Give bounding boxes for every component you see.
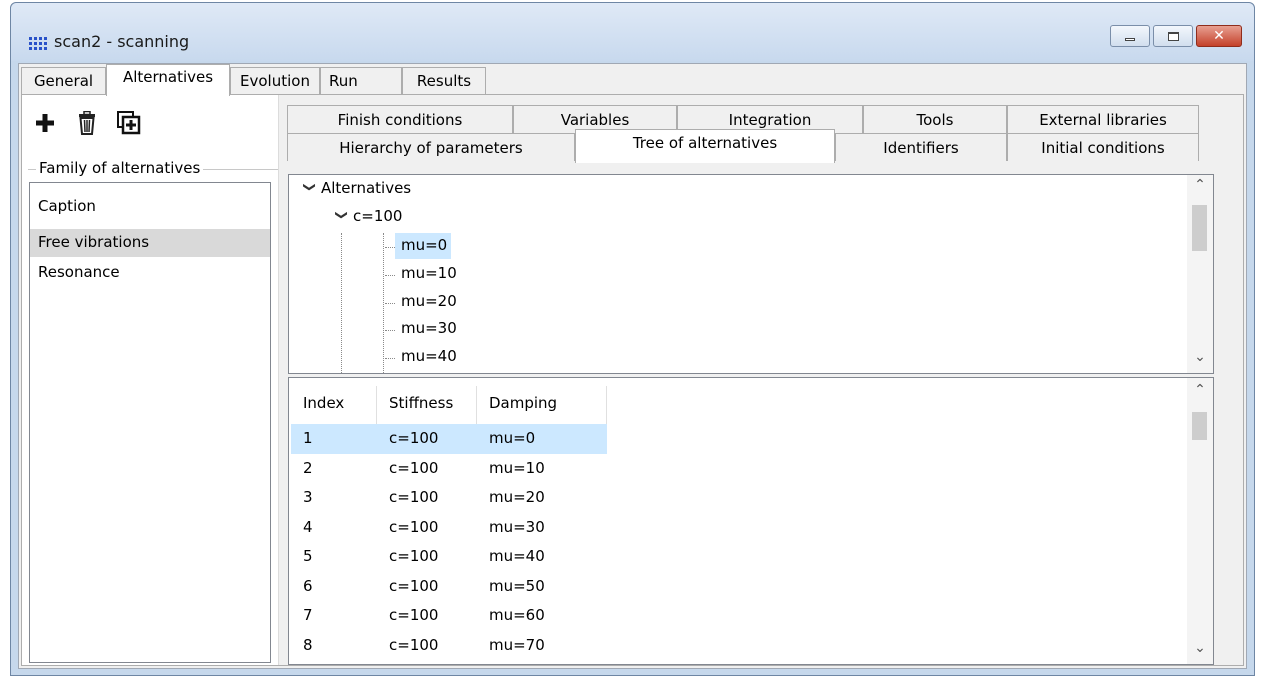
table-row[interactable]: 3 c=100 mu=20 xyxy=(291,483,607,513)
window-title: scan2 - scanning xyxy=(54,32,190,51)
family-label: Family of alternatives xyxy=(36,159,204,177)
minimize-icon xyxy=(1125,37,1135,41)
tree-connector xyxy=(385,330,395,331)
tab-alternatives[interactable]: Alternatives xyxy=(106,64,230,96)
tree-node-child[interactable]: ❯ c=100 xyxy=(335,207,402,233)
tab-external-libraries[interactable]: External libraries xyxy=(1007,105,1199,133)
cell-damping: mu=70 xyxy=(489,636,545,654)
cell-index: 3 xyxy=(303,488,313,506)
tree-leaf[interactable]: mu=10 xyxy=(395,261,461,287)
tab-results[interactable]: Results xyxy=(402,67,486,94)
cell-stiffness: c=100 xyxy=(389,606,439,624)
column-header-damping[interactable]: Damping xyxy=(477,386,607,424)
cell-stiffness: c=100 xyxy=(389,518,439,536)
cell-damping: mu=60 xyxy=(489,606,545,624)
tree-connector xyxy=(385,247,395,248)
toolbar xyxy=(32,109,142,139)
table-row[interactable]: 8 c=100 mu=70 xyxy=(291,631,607,661)
cell-stiffness: c=100 xyxy=(389,636,439,654)
tree-root-label: Alternatives xyxy=(321,179,412,197)
app-grid-icon xyxy=(29,37,47,50)
right-pane: Finish conditions Variables Integration … xyxy=(278,95,1243,665)
tree-leaf[interactable]: mu=20 xyxy=(395,289,461,315)
close-button[interactable]: ✕ xyxy=(1196,25,1242,47)
title-bar[interactable]: scan2 - scanning ✕ xyxy=(11,3,1254,61)
tree-guide-line xyxy=(383,233,384,373)
cell-stiffness: c=100 xyxy=(389,459,439,477)
cell-stiffness: c=100 xyxy=(389,429,439,447)
scroll-thumb[interactable] xyxy=(1192,412,1207,440)
maximize-button[interactable] xyxy=(1153,25,1193,47)
maximize-icon xyxy=(1167,31,1179,41)
tree-connector xyxy=(385,358,395,359)
cell-stiffness: c=100 xyxy=(389,488,439,506)
table-row[interactable]: 1 c=100 mu=0 xyxy=(291,424,607,454)
alternatives-table[interactable]: Index Stiffness Damping 1 c=100 mu=0 2 c… xyxy=(288,377,1214,665)
app-window: scan2 - scanning ✕ General Alternatives … xyxy=(10,2,1255,676)
tree-connector xyxy=(385,303,395,304)
column-header-index[interactable]: Index xyxy=(291,386,377,424)
scroll-down-icon[interactable]: ⌄ xyxy=(1187,349,1213,371)
cell-stiffness: c=100 xyxy=(389,547,439,565)
tree-child-label: c=100 xyxy=(353,207,403,225)
scroll-thumb[interactable] xyxy=(1192,205,1207,251)
cell-damping: mu=10 xyxy=(489,459,545,477)
cell-stiffness: c=100 xyxy=(389,577,439,595)
tree-guide-line xyxy=(341,233,342,373)
cell-index: 4 xyxy=(303,518,313,536)
table-row[interactable]: 4 c=100 mu=30 xyxy=(291,513,607,543)
table-row[interactable]: 2 c=100 mu=10 xyxy=(291,454,607,484)
list-item-free-vibrations[interactable]: Free vibrations xyxy=(30,229,270,257)
chevron-down-icon[interactable]: ❯ xyxy=(303,182,317,196)
tree-leaf[interactable]: mu=30 xyxy=(395,316,461,342)
scroll-up-icon[interactable]: ⌃ xyxy=(1187,177,1213,199)
cell-damping: mu=20 xyxy=(489,488,545,506)
list-item-caption[interactable]: Caption xyxy=(30,193,270,221)
tree-connector xyxy=(385,275,395,276)
add-icon[interactable] xyxy=(32,109,58,137)
cell-damping: mu=0 xyxy=(489,429,536,447)
alternatives-tree[interactable]: ❯ Alternatives ❯ c=100 mu=0 mu=10 mu=20 xyxy=(288,174,1214,374)
scroll-down-icon[interactable]: ⌄ xyxy=(1187,640,1213,662)
table-scrollbar[interactable]: ⌃ ⌄ xyxy=(1187,378,1213,664)
table-row[interactable]: 6 c=100 mu=50 xyxy=(291,572,607,602)
client-area: General Alternatives Evolution Run Resul… xyxy=(18,63,1247,669)
tree-scrollbar[interactable]: ⌃ ⌄ xyxy=(1187,175,1213,373)
cell-index: 8 xyxy=(303,636,313,654)
chevron-down-icon[interactable]: ❯ xyxy=(335,210,349,224)
tab-general[interactable]: General xyxy=(21,67,106,94)
scroll-up-icon[interactable]: ⌃ xyxy=(1187,382,1213,404)
tab-tree-of-alternatives[interactable]: Tree of alternatives xyxy=(575,129,835,163)
column-header-stiffness[interactable]: Stiffness xyxy=(377,386,477,424)
duplicate-icon[interactable] xyxy=(116,109,142,137)
tab-evolution[interactable]: Evolution xyxy=(230,67,320,94)
tab-initial-conditions[interactable]: Initial conditions xyxy=(1007,133,1199,161)
tab-tools[interactable]: Tools xyxy=(863,105,1007,133)
table-row[interactable]: 7 c=100 mu=60 xyxy=(291,601,607,631)
tree-leaf[interactable]: mu=40 xyxy=(395,344,461,370)
tree-node-root[interactable]: ❯ Alternatives xyxy=(303,179,411,205)
cell-damping: mu=40 xyxy=(489,547,545,565)
cell-damping: mu=50 xyxy=(489,577,545,595)
cell-index: 2 xyxy=(303,459,313,477)
cell-index: 5 xyxy=(303,547,313,565)
cell-index: 7 xyxy=(303,606,313,624)
list-item-resonance[interactable]: Resonance xyxy=(30,259,270,287)
alternatives-panel: Family of alternatives Caption Free vibr… xyxy=(21,94,1244,666)
minimize-button[interactable] xyxy=(1110,25,1150,47)
tab-identifiers[interactable]: Identifiers xyxy=(835,133,1007,161)
cell-damping: mu=30 xyxy=(489,518,545,536)
tree-leaf[interactable]: mu=0 xyxy=(395,233,452,259)
tab-hierarchy-of-parameters[interactable]: Hierarchy of parameters xyxy=(287,133,575,161)
main-tab-strip: General Alternatives Evolution Run Resul… xyxy=(19,64,1246,96)
table-row[interactable]: 5 c=100 mu=40 xyxy=(291,542,607,572)
tab-run[interactable]: Run xyxy=(320,67,402,94)
family-list[interactable]: Caption Free vibrations Resonance xyxy=(29,182,271,663)
close-icon: ✕ xyxy=(1213,28,1225,44)
trash-icon[interactable] xyxy=(74,109,100,137)
cell-index: 1 xyxy=(303,429,313,447)
tab-finish-conditions[interactable]: Finish conditions xyxy=(287,105,513,133)
cell-index: 6 xyxy=(303,577,313,595)
sub-tab-strip: Finish conditions Variables Integration … xyxy=(279,95,1243,169)
